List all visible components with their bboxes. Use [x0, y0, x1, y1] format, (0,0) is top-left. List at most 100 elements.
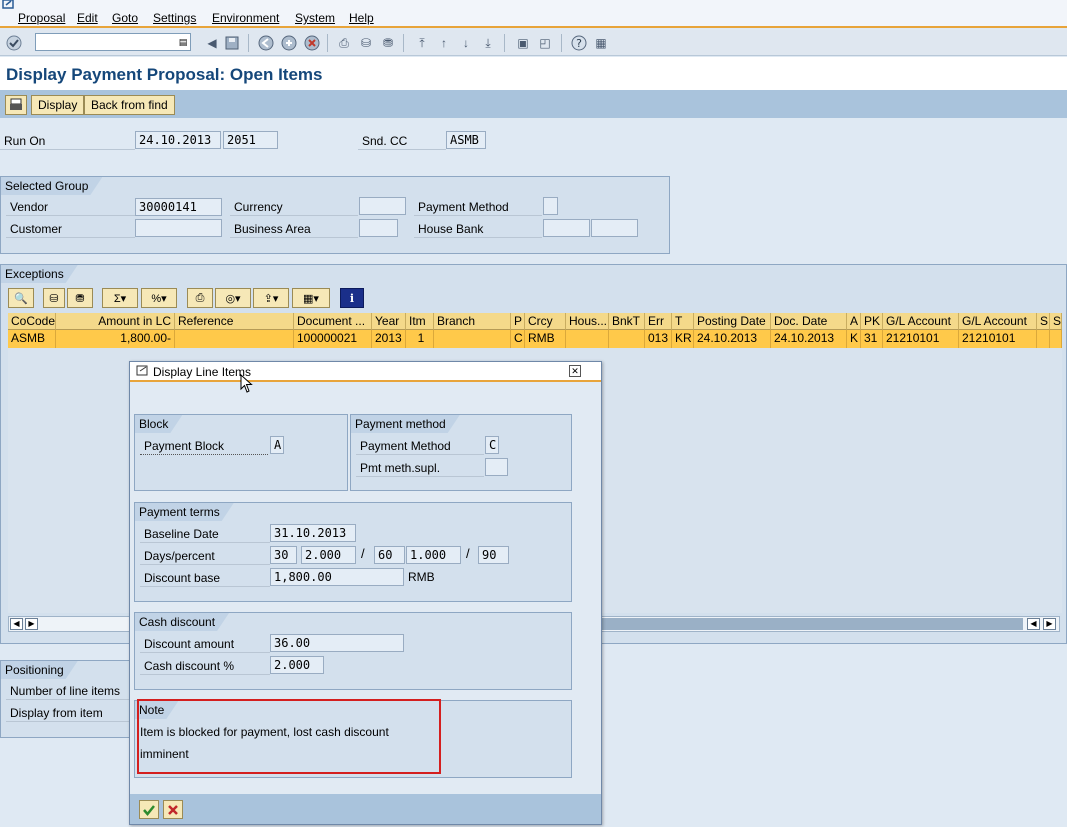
table-cell[interactable]: [1050, 330, 1062, 348]
house-bank-account-field[interactable]: [591, 219, 638, 237]
print-icon[interactable]: ⎙: [335, 34, 353, 52]
column-header[interactable]: Document ...: [294, 313, 372, 330]
table-cell[interactable]: 013: [645, 330, 672, 348]
table-cell[interactable]: 21210101: [883, 330, 959, 348]
percent1-field[interactable]: 2.000: [301, 546, 356, 564]
find-button[interactable]: ⛁: [43, 288, 65, 308]
cash-discount-percent-field[interactable]: 2.000: [270, 656, 324, 674]
table-cell[interactable]: 24.10.2013: [771, 330, 847, 348]
column-header[interactable]: A: [847, 313, 861, 330]
back-icon[interactable]: [257, 34, 275, 52]
baseline-date-field[interactable]: 31.10.2013: [270, 524, 356, 542]
column-header[interactable]: Itm: [406, 313, 434, 330]
column-header[interactable]: Branch: [434, 313, 511, 330]
dialog-payment-method-field[interactable]: C: [485, 436, 499, 454]
column-header[interactable]: Year: [372, 313, 406, 330]
exit-icon[interactable]: [280, 34, 298, 52]
command-field[interactable]: ▤: [35, 33, 191, 51]
column-header[interactable]: Hous...: [566, 313, 609, 330]
column-header[interactable]: PK: [861, 313, 883, 330]
layout-menu-icon[interactable]: ▦: [592, 34, 610, 52]
table-cell[interactable]: C: [511, 330, 525, 348]
run-on-id-field[interactable]: 2051: [223, 131, 278, 149]
menu-goto[interactable]: Goto: [112, 11, 138, 25]
next-page-icon[interactable]: ↓: [457, 34, 475, 52]
last-page-icon[interactable]: ⤓: [479, 34, 497, 52]
house-bank-field[interactable]: [543, 219, 590, 237]
run-on-date-field[interactable]: 24.10.2013: [135, 131, 221, 149]
cancel-button[interactable]: [163, 800, 183, 819]
print-preview-button[interactable]: ⎙: [187, 288, 213, 308]
table-cell[interactable]: 100000021: [294, 330, 372, 348]
confirm-button[interactable]: [139, 800, 159, 819]
display-button[interactable]: Display: [31, 95, 85, 115]
column-header[interactable]: G/L Account: [883, 313, 959, 330]
table-cell[interactable]: K: [847, 330, 861, 348]
snd-cc-field[interactable]: ASMB: [446, 131, 486, 149]
table-cell[interactable]: [434, 330, 511, 348]
column-header[interactable]: T: [672, 313, 694, 330]
find-icon[interactable]: ⛁: [357, 34, 375, 52]
table-cell[interactable]: 31: [861, 330, 883, 348]
scroll-right-icon[interactable]: ▶: [25, 618, 38, 630]
previous-page-icon[interactable]: ↑: [435, 34, 453, 52]
percent2-field[interactable]: 1.000: [406, 546, 461, 564]
days3-field[interactable]: 90: [478, 546, 509, 564]
information-button[interactable]: i: [340, 288, 364, 308]
table-cell[interactable]: 1,800.00-: [56, 330, 175, 348]
discount-base-field[interactable]: 1,800.00: [270, 568, 404, 586]
discount-amount-field[interactable]: 36.00: [270, 634, 404, 652]
menu-settings[interactable]: Settings: [153, 11, 196, 25]
new-session-icon[interactable]: ▣: [514, 34, 532, 52]
scroll-left-icon[interactable]: ◀: [10, 618, 23, 630]
views-button[interactable]: ◎▾: [215, 288, 251, 308]
scroll-thumb[interactable]: [601, 618, 1023, 630]
table-cell[interactable]: 21210101: [959, 330, 1037, 348]
column-header[interactable]: S: [1037, 313, 1050, 330]
menu-environment[interactable]: Environment: [212, 11, 279, 25]
column-header[interactable]: Amount in LC: [56, 313, 175, 330]
table-cell[interactable]: [1037, 330, 1050, 348]
column-header[interactable]: Reference: [175, 313, 294, 330]
help-icon[interactable]: ?: [570, 34, 588, 52]
days1-field[interactable]: 30: [270, 546, 297, 564]
cancel-icon[interactable]: [303, 34, 321, 52]
menu-help[interactable]: Help: [349, 11, 374, 25]
payment-method-field[interactable]: [543, 197, 558, 215]
table-cell[interactable]: [566, 330, 609, 348]
history-back-icon[interactable]: ◀: [203, 34, 221, 52]
layout-button[interactable]: ▦▾: [292, 288, 330, 308]
find-next-icon[interactable]: ⛃: [379, 34, 397, 52]
days2-field[interactable]: 60: [374, 546, 405, 564]
save-icon[interactable]: [223, 34, 241, 52]
shortcut-icon[interactable]: ◰: [536, 34, 554, 52]
dialog-close-icon[interactable]: ✕: [569, 365, 581, 377]
scroll-left-end-icon[interactable]: ◀: [1027, 618, 1040, 630]
table-cell[interactable]: [609, 330, 645, 348]
customer-field[interactable]: [135, 219, 222, 237]
payment-block-field[interactable]: A: [270, 436, 284, 454]
export-button[interactable]: ⇪▾: [253, 288, 289, 308]
first-page-icon[interactable]: ⤒: [413, 34, 431, 52]
vendor-field[interactable]: 30000141: [135, 198, 222, 216]
column-header[interactable]: S: [1050, 313, 1062, 330]
back-from-find-button[interactable]: Back from find: [84, 95, 175, 115]
table-cell[interactable]: 1: [406, 330, 434, 348]
enter-icon[interactable]: [5, 34, 23, 52]
sap-menu-icon[interactable]: [2, 0, 16, 10]
pmt-meth-supl-field[interactable]: [485, 458, 508, 476]
table-cell[interactable]: [175, 330, 294, 348]
menu-proposal[interactable]: Proposal: [18, 11, 65, 25]
menu-edit[interactable]: Edit: [77, 11, 98, 25]
subtotal-button[interactable]: %▾: [141, 288, 177, 308]
print-button[interactable]: [5, 95, 27, 115]
column-header[interactable]: Err: [645, 313, 672, 330]
business-area-field[interactable]: [359, 219, 398, 237]
column-header[interactable]: P: [511, 313, 525, 330]
find-next-button[interactable]: ⛃: [67, 288, 93, 308]
column-header[interactable]: G/L Account: [959, 313, 1037, 330]
dialog-titlebar[interactable]: Display Line Items ✕: [130, 362, 601, 382]
column-header[interactable]: Crcy: [525, 313, 566, 330]
currency-field[interactable]: [359, 197, 406, 215]
scroll-right-end-icon[interactable]: ▶: [1043, 618, 1056, 630]
